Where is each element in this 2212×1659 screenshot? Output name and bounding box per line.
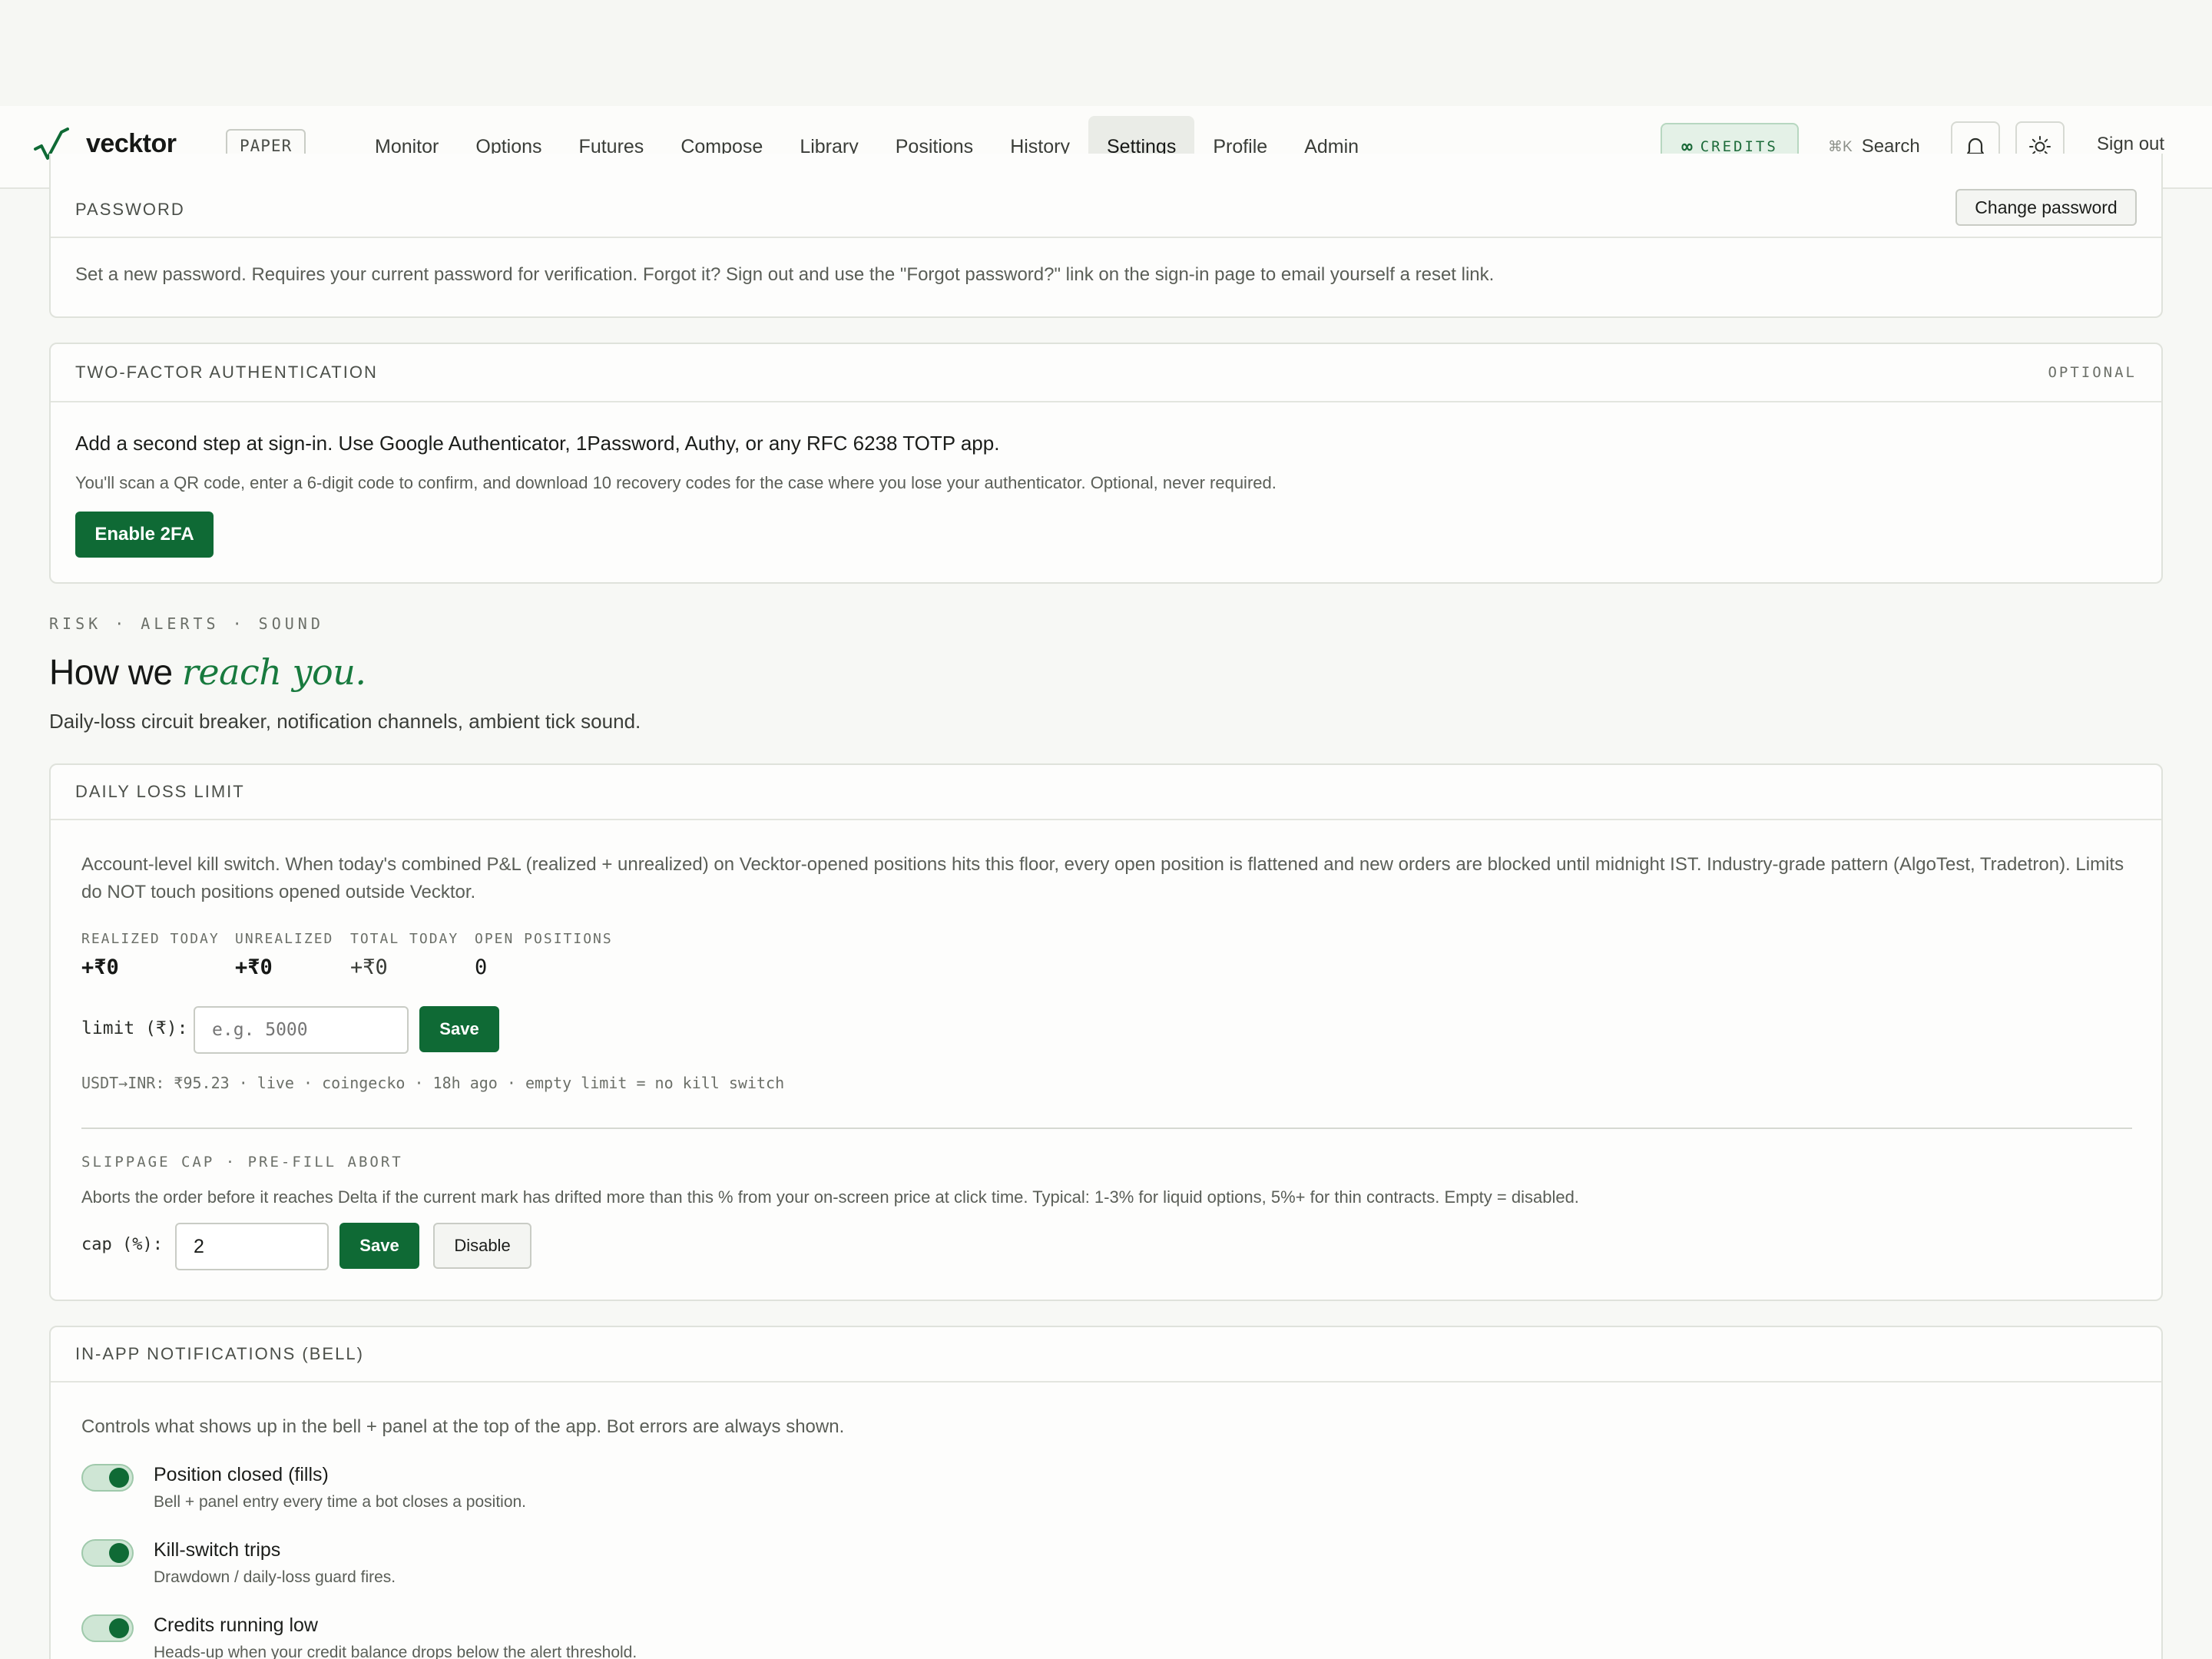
password-card-title: PASSWORD [75,200,185,219]
cap-label: cap (%): [81,1235,163,1254]
stat-label-total: TOTAL TODAY [350,931,459,947]
section-kicker: RISK · ALERTS · SOUND [49,614,324,633]
cap-save-button[interactable]: Save [339,1223,419,1269]
notif-desc-position-closed: Bell + panel entry every time a bot clos… [154,1493,527,1511]
optional-tag: OPTIONAL [2048,364,2137,381]
slippage-title: SLIPPAGE CAP · PRE-FILL ABORT [81,1154,403,1171]
notifications-card: IN-APP NOTIFICATIONS (BELL) Controls wha… [49,1326,2163,1659]
change-password-button[interactable]: Change password [1955,189,2137,226]
top-blank-area [0,0,2212,106]
cap-disable-button[interactable]: Disable [433,1223,531,1269]
password-card: PASSWORD Change password Set a new passw… [49,154,2163,318]
notif-desc-credits-low: Heads-up when your credit balance drops … [154,1644,637,1659]
daily-loss-description: Account-level kill switch. When today's … [81,854,2124,902]
notifications-card-title: IN-APP NOTIFICATIONS (BELL) [75,1344,364,1363]
toggle-credits-low[interactable] [81,1614,134,1642]
section-title: How we reach you. [49,651,366,693]
stat-label-realized: REALIZED TODAY [81,931,220,947]
password-card-header: PASSWORD Change password [51,154,2161,238]
daily-loss-card: DAILY LOSS LIMIT Account-level kill swit… [49,763,2163,1301]
two-factor-card-header: TWO-FACTOR AUTHENTICATION OPTIONAL [51,344,2161,402]
two-factor-card: TWO-FACTOR AUTHENTICATION OPTIONAL Add a… [49,343,2163,584]
two-factor-card-title: TWO-FACTOR AUTHENTICATION [75,363,378,382]
notif-desc-kill-switch: Drawdown / daily-loss guard fires. [154,1568,396,1586]
notifications-description: Controls what shows up in the bell + pan… [81,1416,845,1437]
stat-value-open-positions: 0 [475,955,488,979]
toggle-kill-switch[interactable] [81,1539,134,1567]
notifications-card-header: IN-APP NOTIFICATIONS (BELL) [51,1327,2161,1382]
fx-rate-note: USDT→INR: ₹95.23 · live · coingecko · 18… [81,1074,785,1092]
limit-input[interactable] [194,1006,409,1054]
section-description: Daily-loss circuit breaker, notification… [49,710,641,733]
slippage-description: Aborts the order before it reaches Delta… [81,1187,1579,1207]
stat-value-total: +₹0 [350,955,388,979]
enable-2fa-button[interactable]: Enable 2FA [75,512,214,558]
daily-loss-card-header: DAILY LOSS LIMIT [51,765,2161,820]
notif-title-position-closed: Position closed (fills) [154,1464,329,1485]
sign-out-link[interactable]: Sign out [2097,134,2164,155]
two-factor-detail: You'll scan a QR code, enter a 6-digit c… [75,473,1277,492]
divider [81,1128,2132,1129]
section-title-emphasis: reach you. [181,651,366,693]
password-description: Set a new password. Requires your curren… [75,264,1495,285]
stat-label-unrealized: UNREALIZED [235,931,334,947]
toggle-position-closed[interactable] [81,1464,134,1492]
stat-value-realized: +₹0 [81,955,119,979]
daily-loss-card-title: DAILY LOSS LIMIT [75,782,245,801]
limit-label: limit (₹): [81,1018,188,1038]
notif-title-kill-switch: Kill-switch trips [154,1539,281,1561]
credits-label: CREDITS [1700,138,1778,155]
notif-title-credits-low: Credits running low [154,1614,318,1636]
cap-input[interactable] [175,1223,329,1270]
two-factor-lead: Add a second step at sign-in. Use Google… [75,432,1000,455]
section-title-plain: How we [49,652,182,692]
stat-value-unrealized: +₹0 [235,955,273,979]
stat-label-open-positions: OPEN POSITIONS [475,931,613,947]
limit-save-button[interactable]: Save [419,1006,499,1052]
